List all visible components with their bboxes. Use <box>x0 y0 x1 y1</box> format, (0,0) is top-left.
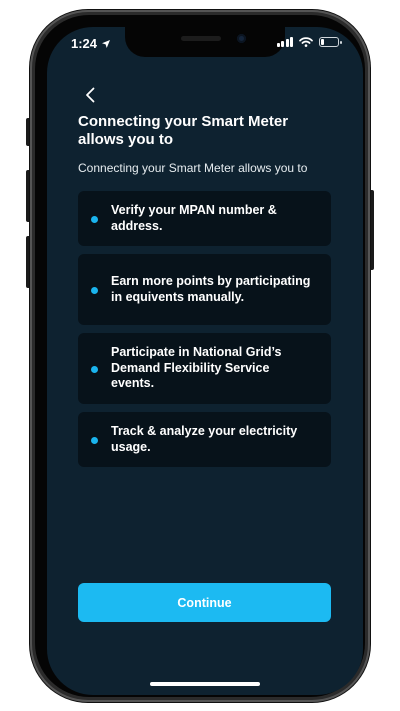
benefit-text: Earn more points by participating in equ… <box>111 274 311 304</box>
notch <box>125 27 285 57</box>
bullet-dot <box>91 436 98 444</box>
bullet-dot <box>91 286 98 294</box>
home-indicator[interactable] <box>150 682 260 686</box>
cellular-signal-icon <box>276 37 293 47</box>
status-time-group: 1:24 <box>71 36 111 51</box>
benefit-text: Verify your MPAN number & address. <box>111 203 277 233</box>
benefit-card-usage: Track & analyze your electricity usage. <box>78 412 331 467</box>
benefit-text: Track & analyze your electricity usage. <box>111 424 298 454</box>
benefit-text: Participate in National Grid’s Demand Fl… <box>111 345 282 391</box>
back-button[interactable] <box>79 83 103 107</box>
app-screen: 1:24 Connecting your Smart Meter allows … <box>47 27 363 695</box>
location-arrow-icon <box>102 39 111 48</box>
bullet-dot <box>91 365 98 373</box>
phone-frame: 1:24 Connecting your Smart Meter allows … <box>30 10 370 702</box>
status-indicators <box>276 37 342 47</box>
device-mockup: 1:24 Connecting your Smart Meter allows … <box>0 0 400 711</box>
bullet-dot <box>91 215 98 223</box>
status-time: 1:24 <box>71 36 98 51</box>
page-title: Connecting your Smart Meter allows you t… <box>78 113 289 148</box>
front-camera <box>237 34 246 43</box>
page-subtitle: Connecting your Smart Meter allows you t… <box>78 161 308 175</box>
phone-bezel: 1:24 Connecting your Smart Meter allows … <box>35 15 365 697</box>
benefit-card-dfs: Participate in National Grid’s Demand Fl… <box>78 333 331 404</box>
benefits-list: Verify your MPAN number & address. Earn … <box>78 191 331 475</box>
benefit-card-mpan: Verify your MPAN number & address. <box>78 191 331 246</box>
benefit-card-points: Earn more points by participating in equ… <box>78 254 331 325</box>
continue-button[interactable]: Continue <box>78 583 331 622</box>
earpiece-speaker <box>181 36 221 41</box>
battery-level <box>321 39 324 45</box>
battery-icon <box>319 37 342 47</box>
wifi-icon <box>299 37 313 47</box>
chevron-left-icon <box>86 87 95 103</box>
